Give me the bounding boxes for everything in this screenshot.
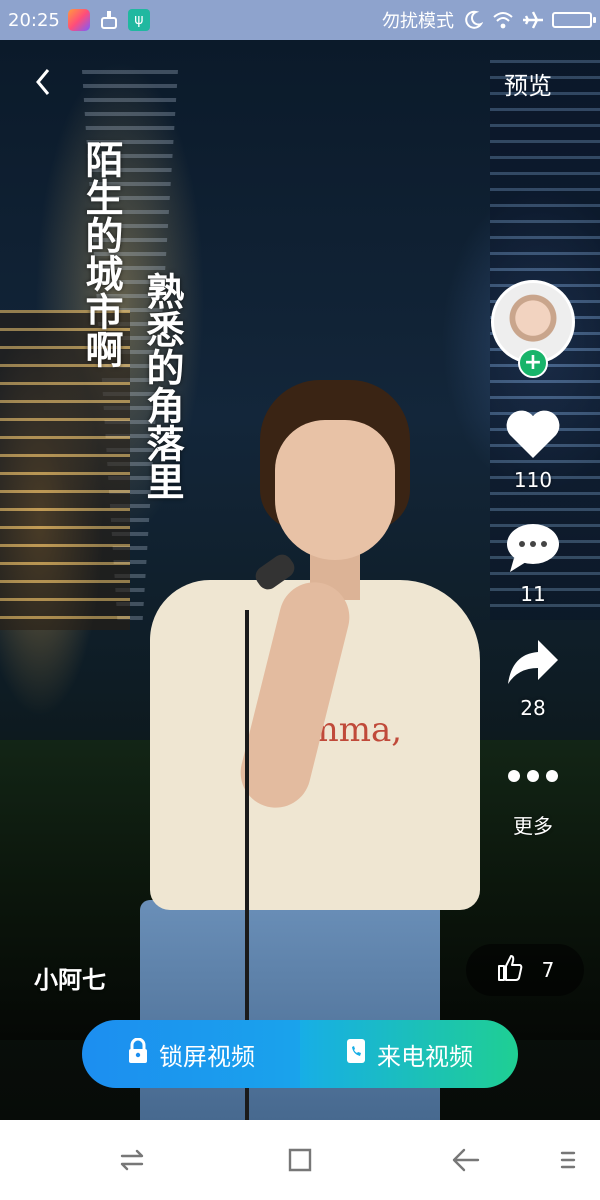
back-arrow-icon[interactable] (450, 1144, 482, 1176)
moon-icon (462, 9, 484, 31)
share-arrow-icon (503, 636, 563, 688)
clean-icon (98, 9, 120, 31)
thumbs-up-icon (496, 954, 524, 987)
lockscreen-video-button[interactable]: 锁屏视频 (82, 1020, 300, 1088)
phone-card-icon (345, 1038, 367, 1070)
author-username[interactable]: 小阿七 (34, 960, 106, 995)
more-button[interactable]: 更多 (503, 750, 563, 839)
like-button[interactable]: 110 (503, 408, 563, 492)
chevron-left-icon (28, 69, 60, 106)
lyric-line-1: 陌生的城市啊 (79, 140, 124, 368)
share-count: 28 (520, 696, 546, 720)
usb-icon: ψ (127, 9, 150, 31)
airplane-icon (522, 9, 544, 31)
status-time: 20:25 (8, 9, 60, 31)
home-square-icon[interactable] (284, 1144, 316, 1176)
singer-face (275, 420, 395, 560)
thumbs-up-count: 7 (541, 958, 555, 982)
dnd-label: 勿扰模式 (382, 11, 454, 32)
lyric-line-2: 熟悉的角落里 (140, 272, 185, 500)
switch-icon[interactable] (116, 1144, 148, 1176)
share-button[interactable]: 28 (503, 636, 563, 720)
battery-icon (552, 12, 596, 28)
action-rail: + 110 11 28 更多 (490, 280, 576, 839)
call-video-button[interactable]: 来电视频 (300, 1020, 518, 1088)
set-video-actions: 锁屏视频 来电视频 (82, 1020, 518, 1088)
call-video-label: 来电视频 (377, 1042, 473, 1071)
comment-count: 11 (520, 582, 546, 606)
preview-button[interactable]: 预览 (504, 66, 552, 101)
menu-icon[interactable] (552, 1144, 584, 1176)
system-nav-bar (0, 1120, 600, 1200)
more-label: 更多 (513, 814, 553, 838)
like-count: 110 (513, 468, 553, 492)
comment-button[interactable]: 11 (503, 522, 563, 606)
back-button[interactable] (28, 62, 60, 102)
heart-icon (503, 408, 563, 460)
follow-plus-icon[interactable]: + (518, 348, 548, 378)
lockscreen-video-label: 锁屏视频 (159, 1042, 255, 1071)
more-dots-icon (503, 750, 563, 802)
wifi-icon (492, 9, 514, 31)
author-avatar-wrap[interactable]: + (491, 280, 575, 378)
lock-icon (127, 1037, 149, 1070)
status-bar: 20:25 ψ 勿扰模式 (0, 0, 600, 40)
app-icon (67, 9, 90, 31)
thumbs-up-button[interactable]: 7 (466, 944, 584, 996)
comment-icon (503, 522, 563, 574)
